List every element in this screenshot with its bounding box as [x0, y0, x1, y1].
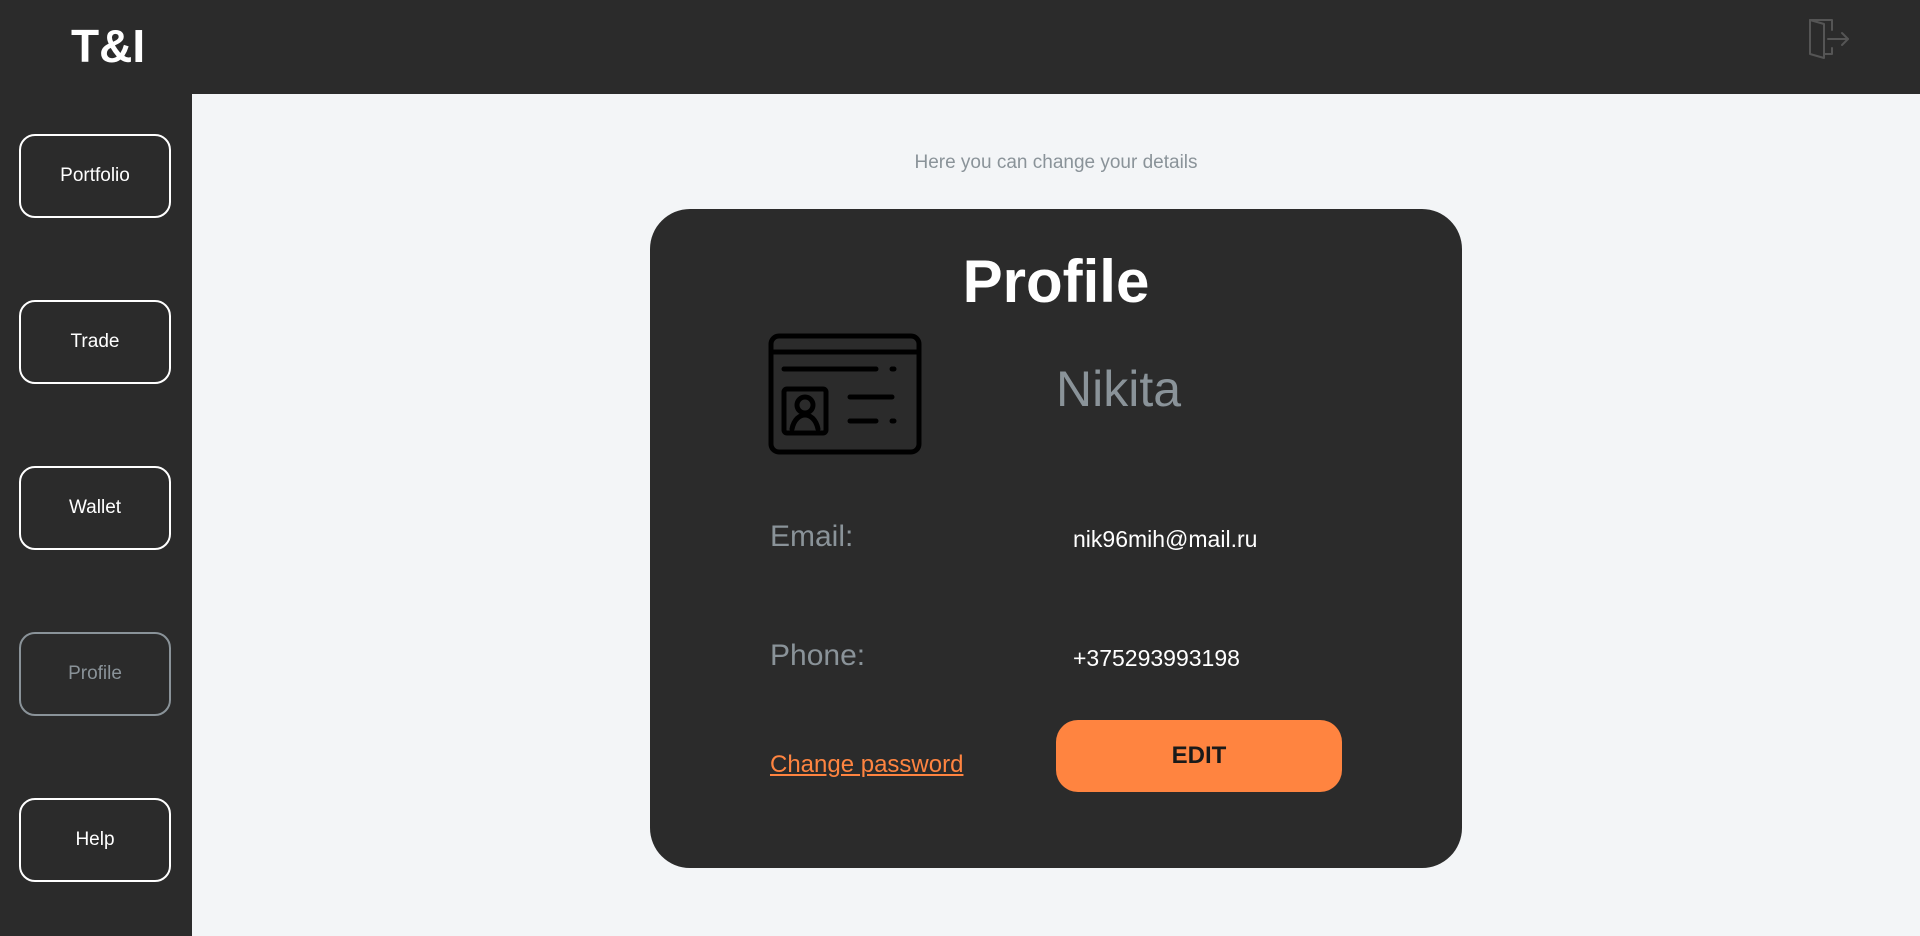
sidebar-item-trade[interactable]: Trade	[19, 300, 171, 384]
app-logo: T&I	[71, 20, 146, 72]
id-card-icon	[768, 333, 922, 457]
change-password-link[interactable]: Change password	[770, 750, 963, 780]
phone-value: +375293993198	[1073, 645, 1240, 671]
profile-title: Profile	[962, 248, 1150, 315]
logout-icon[interactable]	[1806, 16, 1852, 62]
sidebar-item-profile[interactable]: Profile	[19, 632, 171, 716]
sidebar-item-help[interactable]: Help	[19, 798, 171, 882]
sidebar: Portfolio Trade Wallet Profile Help	[0, 94, 192, 936]
edit-button[interactable]: EDIT	[1056, 720, 1342, 792]
sidebar-item-wallet[interactable]: Wallet	[19, 466, 171, 550]
sidebar-item-portfolio[interactable]: Portfolio	[19, 134, 171, 218]
email-label: Email:	[770, 520, 854, 553]
profile-card: Profile Nikita Email: nik96mih@mail.ru P…	[650, 209, 1462, 868]
phone-label: Phone:	[770, 639, 866, 672]
user-name: Nikita	[1056, 361, 1182, 417]
top-header: T&I	[0, 0, 1920, 94]
main-content: Here you can change your details Profile…	[192, 94, 1920, 936]
page-subtitle: Here you can change your details	[914, 152, 1198, 173]
email-value: nik96mih@mail.ru	[1073, 526, 1258, 552]
